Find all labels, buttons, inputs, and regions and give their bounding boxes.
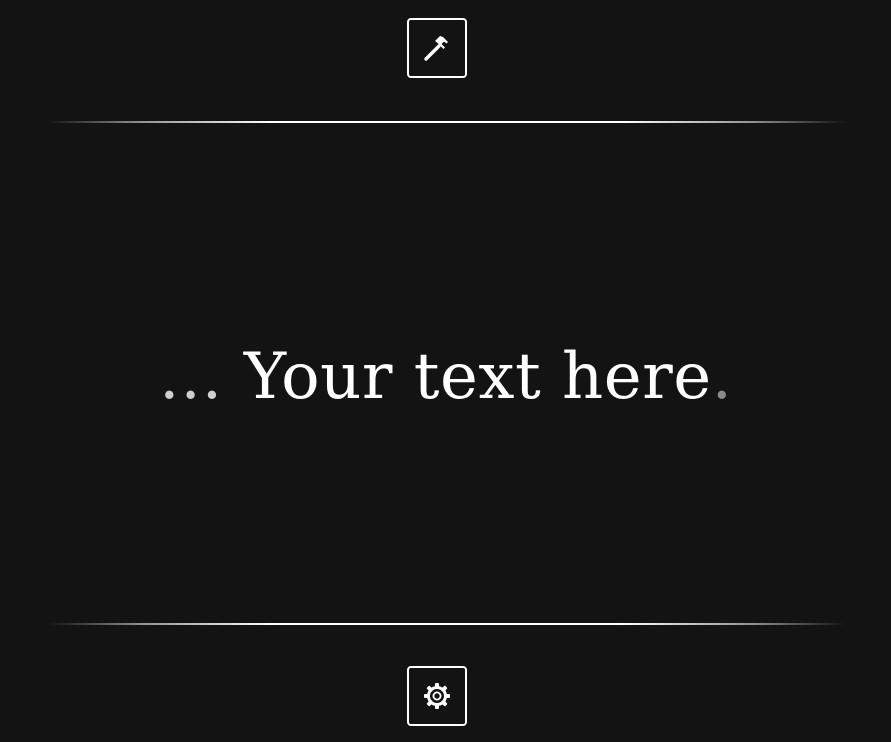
settings-button[interactable]	[407, 666, 467, 726]
top-divider	[48, 121, 846, 123]
headline-ellipsis: …	[158, 340, 224, 414]
headline-main: Your text here	[243, 340, 712, 414]
bottom-divider	[48, 623, 846, 625]
headline-text: … Your text here.	[0, 333, 891, 421]
gear-icon	[421, 680, 453, 712]
hammer-icon	[421, 32, 453, 64]
build-button[interactable]	[407, 18, 467, 78]
headline-period: .	[711, 340, 733, 414]
